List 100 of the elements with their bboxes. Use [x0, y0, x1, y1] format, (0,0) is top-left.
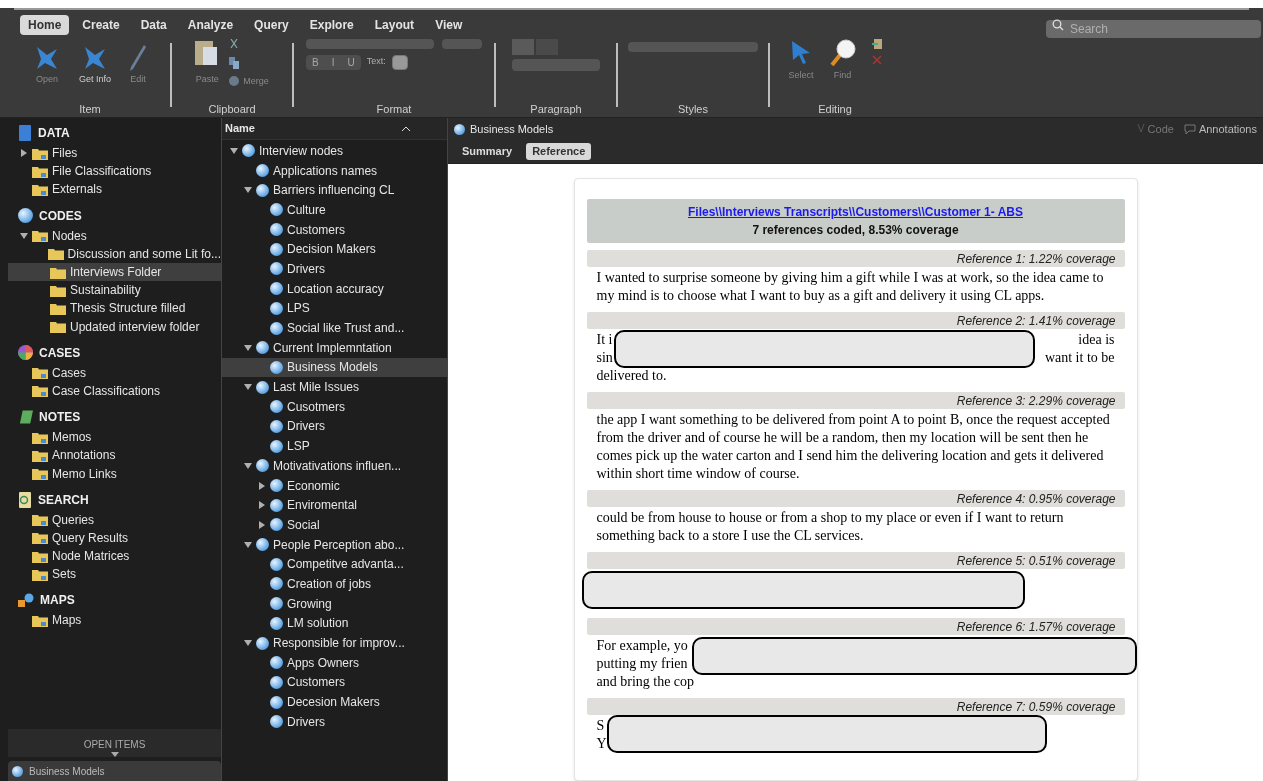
node-icon	[270, 498, 283, 512]
expand-arrow-icon[interactable]	[258, 481, 266, 490]
tree-item[interactable]: People Perception abo...	[222, 534, 447, 555]
sidebar-item[interactable]: Node Matrices	[8, 547, 221, 566]
node-icon	[256, 380, 269, 394]
italic-button[interactable]: I	[324, 54, 342, 70]
sidebar-item[interactable]: Nodes	[8, 226, 221, 245]
node-icon	[12, 765, 23, 777]
search-field[interactable]: Search	[1046, 19, 1261, 38]
node-icon	[270, 419, 283, 433]
reference-header: Reference 4: 0.95% coverage	[586, 490, 1125, 507]
collapse-arrow-icon[interactable]	[244, 639, 252, 648]
sidebar-item[interactable]: Sustainability	[8, 281, 221, 300]
tree-item[interactable]: LSP	[222, 436, 447, 456]
column-header[interactable]: Name	[222, 118, 447, 140]
section-heading: CASES	[39, 344, 81, 362]
tree-item[interactable]: Interview nodes	[222, 141, 447, 161]
sidebar-item[interactable]: Memo Links	[8, 464, 221, 483]
sidebar-item[interactable]: Thesis Structure filled	[8, 299, 221, 318]
expand-arrow-icon[interactable]	[258, 501, 266, 510]
tree-item[interactable]: Applications names	[222, 160, 447, 181]
sidebar-item[interactable]: Case Classifications	[8, 381, 221, 401]
ribbon-tab[interactable]: Explore	[301, 14, 362, 35]
reference-text: idea is	[1078, 331, 1115, 349]
ribbon-tab[interactable]: Layout	[366, 14, 423, 35]
collapse-arrow-icon[interactable]	[244, 461, 252, 470]
tree-item[interactable]: Location accuracy	[222, 278, 447, 299]
tree-item[interactable]: Social like Trust and...	[222, 318, 447, 338]
tree-item[interactable]: Apps Owners	[222, 652, 447, 673]
open-item[interactable]: Business Models	[8, 761, 221, 781]
annotations-button[interactable]: Annotations	[1183, 120, 1257, 138]
tree-item[interactable]: Motivativations influen...	[222, 456, 447, 476]
tree-item[interactable]: Drivers	[222, 416, 447, 437]
tree-item[interactable]: Growing	[222, 593, 447, 614]
tree-item[interactable]: Social	[222, 515, 447, 535]
tree-item[interactable]: Competitve advanta...	[222, 554, 447, 575]
code-icon	[1136, 124, 1145, 134]
ribbon-tab[interactable]: Data	[132, 14, 175, 35]
tree-item[interactable]: Drivers	[222, 259, 447, 279]
tree-item[interactable]: Responsible for improv...	[222, 633, 447, 653]
tree-item[interactable]: Barriers influencing CL	[222, 180, 447, 201]
expand-arrow-icon[interactable]	[20, 149, 28, 158]
sidebar-item[interactable]: Queries	[8, 510, 221, 529]
reference-text: the app I want something to be delivered from point A to point B, once the request accepted from the driver and of course he will be a random, then my location will be sent then he comes pick up the water carton and I send him the delivering location and gets it delivered within short time window of course.	[595, 411, 1111, 483]
content-tab[interactable]: Reference	[526, 143, 592, 160]
sidebar-item[interactable]: Maps	[8, 611, 221, 630]
sidebar-item[interactable]: Cases	[8, 363, 221, 382]
tree-item[interactable]: Economic	[222, 475, 447, 496]
group-label: Editing	[818, 101, 852, 117]
sidebar-item[interactable]: Files	[8, 144, 221, 163]
ribbon-tab[interactable]: Create	[74, 14, 128, 35]
source-link[interactable]: Files\\Interviews Transcripts\\Customers\\Customer 1- ABS	[688, 203, 1023, 221]
tree-item[interactable]: Customers	[222, 219, 447, 240]
collapse-arrow-icon[interactable]	[244, 540, 252, 549]
ribbon-tab[interactable]: Query	[246, 14, 297, 35]
sort-caret-icon	[402, 126, 410, 131]
tree-item[interactable]: Customers	[222, 672, 447, 693]
node-icon	[256, 538, 269, 552]
ribbon-button[interactable]: Get Info	[79, 43, 111, 87]
node-icon	[454, 123, 465, 135]
sidebar-item[interactable]: Annotations	[8, 446, 221, 465]
copy-icon	[229, 56, 240, 69]
ribbon-tab[interactable]: Home	[20, 14, 70, 35]
collapse-arrow-icon[interactable]	[244, 186, 252, 195]
node-icon	[270, 695, 283, 709]
tree-item[interactable]: LM solution	[222, 613, 447, 634]
tree-item[interactable]: LPS	[222, 298, 447, 319]
sidebar-item[interactable]: Externals	[8, 180, 221, 199]
tree-item[interactable]: Cusotmers	[222, 396, 447, 417]
sidebar-item[interactable]: Query Results	[8, 528, 221, 547]
tree-item[interactable]: Decision Makers	[222, 239, 447, 260]
node-icon	[242, 144, 255, 158]
sidebar-item[interactable]: Interviews Folder	[8, 262, 221, 282]
collapse-arrow-icon[interactable]	[20, 231, 28, 240]
sidebar-item[interactable]: Memos	[8, 428, 221, 447]
tree-item[interactable]: Business Models	[222, 357, 447, 378]
collapse-arrow-icon[interactable]	[244, 343, 252, 352]
node-icon	[270, 656, 283, 670]
tree-item[interactable]: Enviromental	[222, 495, 447, 516]
tree-item[interactable]: Current Implemntation	[222, 337, 447, 358]
tree-item[interactable]: Culture	[222, 200, 447, 220]
content-tab[interactable]: Summary	[456, 143, 519, 160]
expand-arrow-icon[interactable]	[258, 520, 266, 529]
underline-button[interactable]: U	[341, 54, 361, 70]
node-icon	[270, 400, 283, 414]
ribbon-tab[interactable]: Analyze	[179, 14, 242, 35]
sidebar-item[interactable]: File Classifications	[8, 162, 221, 181]
collapse-arrow-icon[interactable]	[230, 146, 238, 155]
tree-item[interactable]: Creation of jobs	[222, 574, 447, 594]
ribbon-tab[interactable]: View	[427, 14, 471, 35]
node-icon	[270, 675, 283, 689]
tree-item[interactable]: Last Mile Issues	[222, 377, 447, 397]
bold-button[interactable]: B	[306, 54, 325, 70]
collapse-arrow-icon[interactable]	[244, 383, 252, 392]
sidebar-item[interactable]: Discussion and some Lit fo...	[8, 244, 221, 263]
sidebar-item[interactable]: Sets	[8, 565, 221, 584]
sidebar-item[interactable]: Updated interview folder	[8, 317, 221, 336]
tree-item[interactable]: Drivers	[222, 711, 447, 732]
text-color-swatch[interactable]	[391, 54, 408, 70]
tree-item[interactable]: Decesion Makers	[222, 692, 447, 712]
